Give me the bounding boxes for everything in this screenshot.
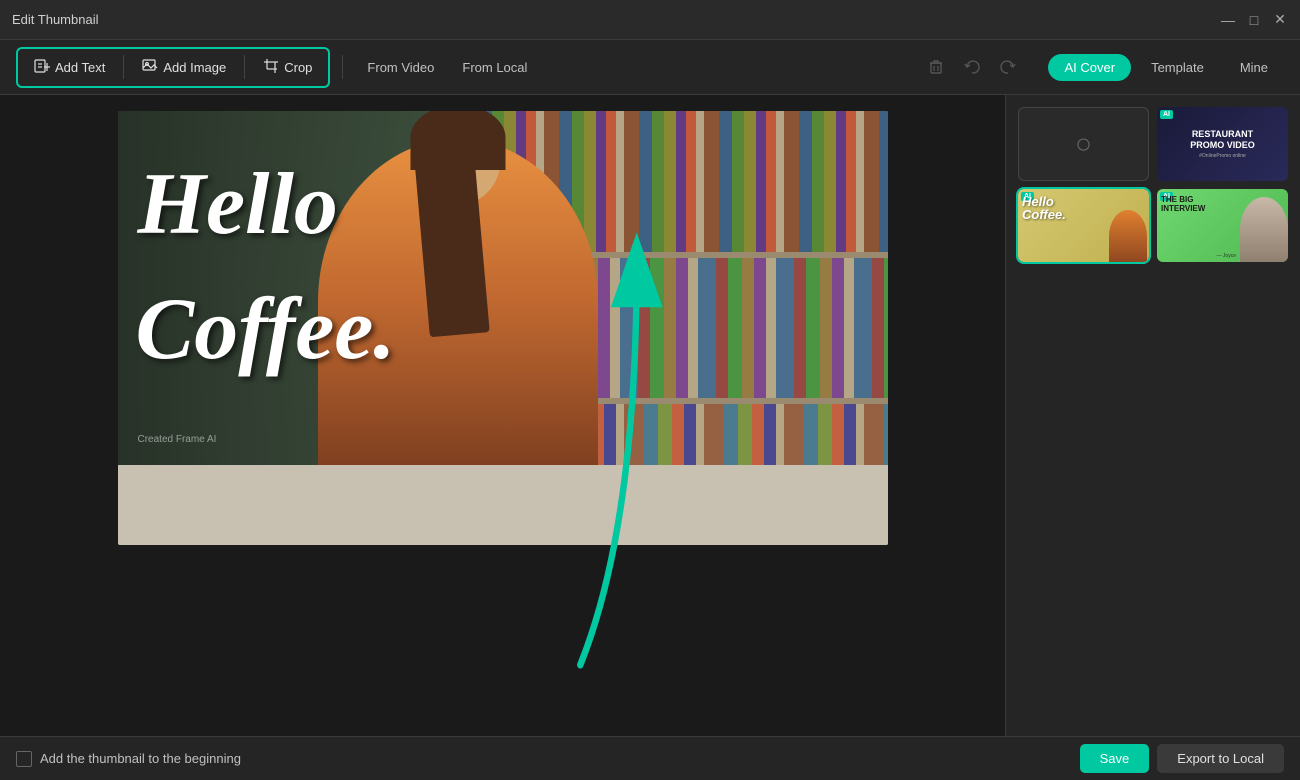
crop-icon — [263, 58, 279, 77]
close-button[interactable]: ✕ — [1272, 12, 1288, 28]
save-button[interactable]: Save — [1080, 744, 1150, 773]
canvas-table — [118, 465, 888, 545]
tab-mine[interactable]: Mine — [1224, 54, 1284, 81]
divider-3 — [342, 55, 343, 79]
tab-ai-cover-label: AI Cover — [1064, 60, 1115, 75]
tmpl-hello-coffee-text: HelloCoffee. — [1022, 195, 1066, 221]
add-text-label: Add Text — [55, 60, 105, 75]
canvas-wrapper[interactable]: Hello Coffee. Created Frame AI — [118, 111, 888, 545]
crop-label: Crop — [284, 60, 312, 75]
tab-ai-cover[interactable]: AI Cover — [1048, 54, 1131, 81]
minimize-button[interactable]: — — [1220, 12, 1236, 28]
canvas-text-hello: Hello — [138, 161, 338, 249]
no-template-icon: ○ — [1075, 128, 1092, 160]
add-image-button[interactable]: Add Image — [132, 53, 236, 82]
tmpl-interview-author: — Joyce — [1217, 253, 1236, 259]
canvas-area: Hello Coffee. Created Frame AI — [0, 95, 1005, 736]
canvas-text-coffee: Coffee. — [136, 286, 396, 374]
bottom-bar: Add the thumbnail to the beginning Save … — [0, 736, 1300, 780]
delete-button[interactable] — [920, 51, 952, 83]
add-text-icon — [34, 58, 50, 77]
ai-badge-restaurant: AI — [1160, 110, 1173, 119]
export-button[interactable]: Export to Local — [1157, 744, 1284, 773]
canvas-background: Hello Coffee. Created Frame AI — [118, 111, 888, 545]
main-content: Hello Coffee. Created Frame AI ○ — [0, 95, 1300, 736]
tmpl-hello-coffee-person — [1109, 210, 1147, 262]
thumbnail-checkbox-text: Add the thumbnail to the beginning — [40, 751, 241, 766]
toolbar: Add Text Add Image — [0, 40, 1300, 95]
thumbnail-checkbox[interactable] — [16, 751, 32, 767]
template-grid: ○ AI RESTAURANTPROMO VIDEO #OnlinePromo … — [1018, 107, 1288, 262]
tab-mine-label: Mine — [1240, 60, 1268, 75]
from-local-button[interactable]: From Local — [450, 55, 539, 80]
template-cell-interview[interactable]: AI THE BIGINTERVIEW — Joyce — [1157, 189, 1288, 263]
tab-template-label: Template — [1151, 60, 1204, 75]
from-video-label: From Video — [367, 60, 434, 75]
canvas-credit: Created Frame AI — [138, 434, 217, 445]
template-cell-hello-coffee[interactable]: AI HelloCoffee. — [1018, 189, 1149, 263]
add-image-icon — [142, 58, 158, 77]
canvas-below — [118, 545, 888, 625]
crop-button[interactable]: Crop — [253, 53, 322, 82]
tmpl-restaurant-sub: #OnlinePromo online — [1199, 153, 1246, 159]
from-video-button[interactable]: From Video — [355, 55, 446, 80]
tmpl-interview-person — [1240, 197, 1288, 262]
redo-button[interactable] — [992, 51, 1024, 83]
primary-tools-group: Add Text Add Image — [16, 47, 330, 88]
window-title: Edit Thumbnail — [12, 12, 98, 27]
divider-2 — [244, 55, 245, 79]
thumbnail-checkbox-label[interactable]: Add the thumbnail to the beginning — [16, 751, 241, 767]
tab-template[interactable]: Template — [1135, 54, 1220, 81]
window-controls: — □ ✕ — [1220, 12, 1288, 28]
tmpl-restaurant-title: RESTAURANTPROMO VIDEO — [1190, 129, 1255, 151]
right-panel-tabs: AI Cover Template Mine — [1048, 54, 1284, 81]
right-panel: ○ AI RESTAURANTPROMO VIDEO #OnlinePromo … — [1005, 95, 1300, 736]
tmpl-interview-title: THE BIGINTERVIEW — [1161, 195, 1205, 214]
maximize-button[interactable]: □ — [1246, 12, 1262, 28]
divider-1 — [123, 55, 124, 79]
title-bar: Edit Thumbnail — □ ✕ — [0, 0, 1300, 40]
add-image-label: Add Image — [163, 60, 226, 75]
bottom-actions: Save Export to Local — [1080, 744, 1284, 773]
template-cell-empty[interactable]: ○ — [1018, 107, 1149, 181]
from-local-label: From Local — [462, 60, 527, 75]
undo-button[interactable] — [956, 51, 988, 83]
template-cell-restaurant[interactable]: AI RESTAURANTPROMO VIDEO #OnlinePromo on… — [1157, 107, 1288, 181]
add-text-button[interactable]: Add Text — [24, 53, 115, 82]
